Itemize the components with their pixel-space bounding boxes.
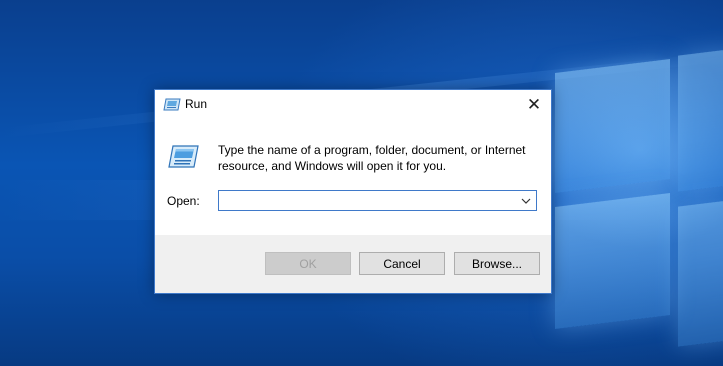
dialog-title: Run [185,97,208,111]
close-icon: ✕ [526,94,542,114]
browse-button[interactable]: Browse... [454,252,540,275]
desktop: Run ✕ Type the name of a program, folder… [0,0,723,366]
dialog-description: Type the name of a program, folder, docu… [218,143,526,173]
open-label: Open: [167,194,200,208]
run-icon [163,98,181,111]
ok-button[interactable]: OK [265,252,351,275]
wallpaper-logo-pane [678,48,723,192]
close-button[interactable]: ✕ [517,90,551,119]
button-bar: OK Cancel Browse... [155,235,551,293]
open-input[interactable] [219,191,517,210]
chevron-down-icon[interactable] [519,194,533,207]
title-bar[interactable]: Run ✕ [155,90,551,119]
wallpaper-logo-pane [555,192,670,330]
run-icon [167,145,199,169]
open-combobox[interactable] [218,190,537,211]
wallpaper-logo-pane [555,58,670,194]
cancel-button[interactable]: Cancel [359,252,445,275]
wallpaper-logo-pane [678,199,723,347]
run-dialog: Run ✕ Type the name of a program, folder… [154,89,552,294]
